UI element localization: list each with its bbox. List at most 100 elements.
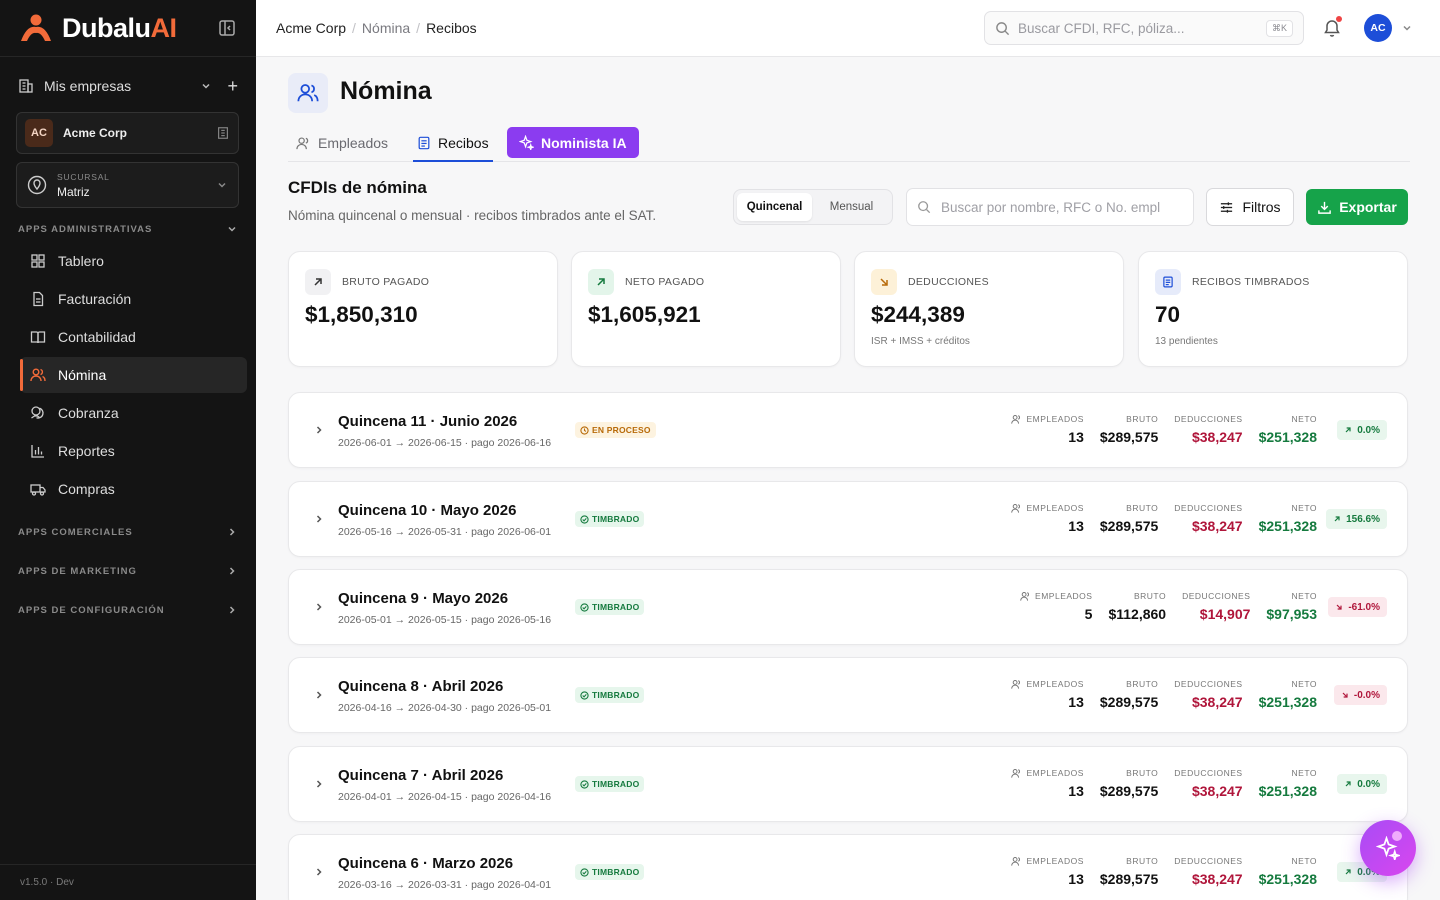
metric-value: $38,247	[1191, 694, 1243, 710]
filters-button[interactable]: Filtros	[1206, 188, 1294, 226]
metric-label-text: EMPLEADOS	[1026, 414, 1084, 424]
chevron-down-icon	[202, 83, 210, 89]
table-row[interactable]: Quincena 11 · Junio 2026 2026-06-01 → 202…	[288, 392, 1408, 468]
global-search-input[interactable]	[1018, 20, 1258, 36]
coins-icon	[31, 406, 44, 419]
tab-recibos[interactable]: Recibos	[413, 126, 493, 162]
global-search[interactable]: ⌘K	[984, 11, 1304, 45]
metric-label: BRUTO	[1126, 414, 1159, 424]
metric-bruto: BRUTO $289,575	[1100, 413, 1158, 445]
metric-neto: NETO $97,953	[1266, 590, 1317, 622]
metric-label: DEDUCCIONES	[1174, 679, 1243, 689]
download-icon	[1318, 201, 1332, 214]
company-selector[interactable]: AC Acme Corp	[16, 112, 239, 154]
arrow-up-right-icon	[1345, 427, 1351, 433]
metric-neto: NETO $251,328	[1259, 767, 1317, 799]
section-apps-comerciales[interactable]: APPS COMERCIALES	[18, 525, 238, 539]
arrow-down-right-icon	[880, 278, 888, 286]
metric-bruto: BRUTO $289,575	[1100, 502, 1158, 534]
metric-label: BRUTO	[1126, 679, 1159, 689]
sidebar-item-label: Reportes	[58, 443, 115, 459]
collapse-sidebar-icon[interactable]	[218, 19, 236, 37]
sucursal-value: Matriz	[57, 184, 90, 199]
kpi-label: DEDUCCIONES	[908, 276, 989, 288]
chevron-right-icon[interactable]	[313, 689, 325, 701]
chevron-right-icon[interactable]	[313, 778, 325, 790]
period-option-mensual[interactable]: Mensual	[814, 193, 889, 221]
delta-badge: 156.6%	[1326, 509, 1387, 529]
period-metrics: EMPLEADOS 13 BRUTO $289,575 DEDUCCIONES $38,2…	[1011, 413, 1317, 445]
breadcrumb-item[interactable]: Acme Corp	[276, 20, 346, 36]
period-metrics: EMPLEADOS 13 BRUTO $289,575 DEDUCCIONES $38,2…	[1011, 767, 1317, 799]
metric-deducciones: DEDUCCIONES $38,247	[1174, 413, 1242, 445]
sidebar-item-facturacion[interactable]: Facturación	[20, 281, 247, 317]
metric-label: NETO	[1291, 503, 1317, 513]
sidebar-item-tablero[interactable]: Tablero	[20, 243, 247, 279]
tab-nominista-ia[interactable]: Nominista IA	[507, 127, 639, 158]
table-row[interactable]: Quincena 9 · Mayo 2026 2026-05-01 → 2026-…	[288, 569, 1408, 645]
metric-value: 5	[1084, 606, 1093, 622]
metric-value: $38,247	[1191, 871, 1243, 887]
brand-logo-icon	[21, 14, 51, 41]
kpi-value: $244,389	[871, 302, 965, 327]
sidebar-item-compras[interactable]: Compras	[20, 471, 247, 507]
receipts-search[interactable]	[906, 188, 1194, 226]
kpi-icon	[1155, 269, 1181, 295]
period-title: Quincena 10 · Mayo 2026	[338, 502, 517, 519]
metric-empleados: EMPLEADOS 13	[1011, 502, 1084, 534]
sucursal-selector[interactable]: SUCURSAL Matriz	[16, 162, 239, 208]
table-row[interactable]: Quincena 7 · Abril 2026 2026-04-01 → 2026…	[288, 746, 1408, 822]
metric-label: DEDUCCIONES	[1174, 768, 1243, 778]
filters-label: Filtros	[1242, 199, 1281, 215]
section-apps-configuracion[interactable]: APPS DE CONFIGURACIÓN	[18, 603, 238, 617]
ai-assistant-button[interactable]	[1360, 820, 1416, 876]
chevron-right-icon[interactable]	[313, 513, 325, 525]
receipt-icon	[1163, 276, 1173, 288]
metric-bruto: BRUTO $112,860	[1108, 590, 1166, 622]
metric-value: $38,247	[1191, 783, 1243, 799]
metric-value: 13	[1068, 694, 1084, 710]
mis-empresas-toggle[interactable]: Mis empresas +	[18, 74, 238, 98]
metric-label: EMPLEADOS	[1011, 502, 1083, 514]
delta-value: -0.0%	[1353, 689, 1380, 701]
brand[interactable]: DubaluAI	[18, 12, 177, 44]
chevron-right-icon[interactable]	[313, 424, 325, 436]
metric-deducciones: DEDUCCIONES $38,247	[1174, 678, 1242, 710]
metric-deducciones: DEDUCCIONES $38,247	[1174, 502, 1242, 534]
export-label: Exportar	[1339, 199, 1397, 215]
delta-value: 0.0%	[1357, 778, 1380, 790]
metric-label: NETO	[1291, 414, 1317, 424]
table-row[interactable]: Quincena 6 · Marzo 2026 2026-03-16 → 2026…	[288, 834, 1408, 900]
breadcrumb-item[interactable]: Nómina	[362, 20, 410, 36]
chevron-right-icon[interactable]	[313, 601, 325, 613]
sidebar-item-contabilidad[interactable]: Contabilidad	[20, 319, 247, 355]
metric-label-text: EMPLEADOS	[1035, 591, 1093, 601]
chevron-right-icon[interactable]	[313, 866, 325, 878]
period-metrics: EMPLEADOS 13 BRUTO $289,575 DEDUCCIONES $38,2…	[1011, 678, 1317, 710]
section-apps-marketing[interactable]: APPS DE MARKETING	[18, 564, 238, 578]
table-row[interactable]: Quincena 8 · Abril 2026 2026-04-16 → 2026…	[288, 657, 1408, 733]
sidebar-item-reportes[interactable]: Reportes	[20, 433, 247, 469]
user-avatar[interactable]: AC	[1364, 14, 1392, 42]
metric-label: DEDUCCIONES	[1174, 503, 1243, 513]
search-shortcut-hint: ⌘K	[1265, 19, 1293, 37]
ai-notification-dot	[1392, 831, 1402, 841]
section-apps-administrativas[interactable]: APPS ADMINISTRATIVAS	[18, 222, 238, 236]
metric-value: 13	[1068, 871, 1084, 887]
period-dates: 2026-06-01 → 2026-06-15 · pago 2026-06-1…	[338, 437, 552, 449]
kpi-sublabel: 13 pendientes	[1155, 336, 1218, 347]
sidebar-item-nomina[interactable]: Nómina	[20, 357, 247, 393]
status-badge: TIMBRADO	[575, 599, 645, 615]
export-button[interactable]: Exportar	[1306, 189, 1408, 225]
add-company-button[interactable]: +	[227, 76, 238, 97]
user-icon	[296, 136, 309, 149]
receipts-search-input[interactable]	[941, 199, 1183, 215]
sidebar-item-cobranza[interactable]: Cobranza	[20, 395, 247, 431]
table-row[interactable]: Quincena 10 · Mayo 2026 2026-05-16 → 2026…	[288, 481, 1408, 557]
chevron-down-icon[interactable]	[1401, 22, 1413, 34]
tab-empleados[interactable]: Empleados	[296, 126, 388, 160]
metric-value: 13	[1068, 783, 1084, 799]
metric-value: 13	[1068, 518, 1084, 534]
status-label: TIMBRADO	[592, 514, 640, 524]
period-option-quincenal[interactable]: Quincenal	[737, 193, 812, 221]
